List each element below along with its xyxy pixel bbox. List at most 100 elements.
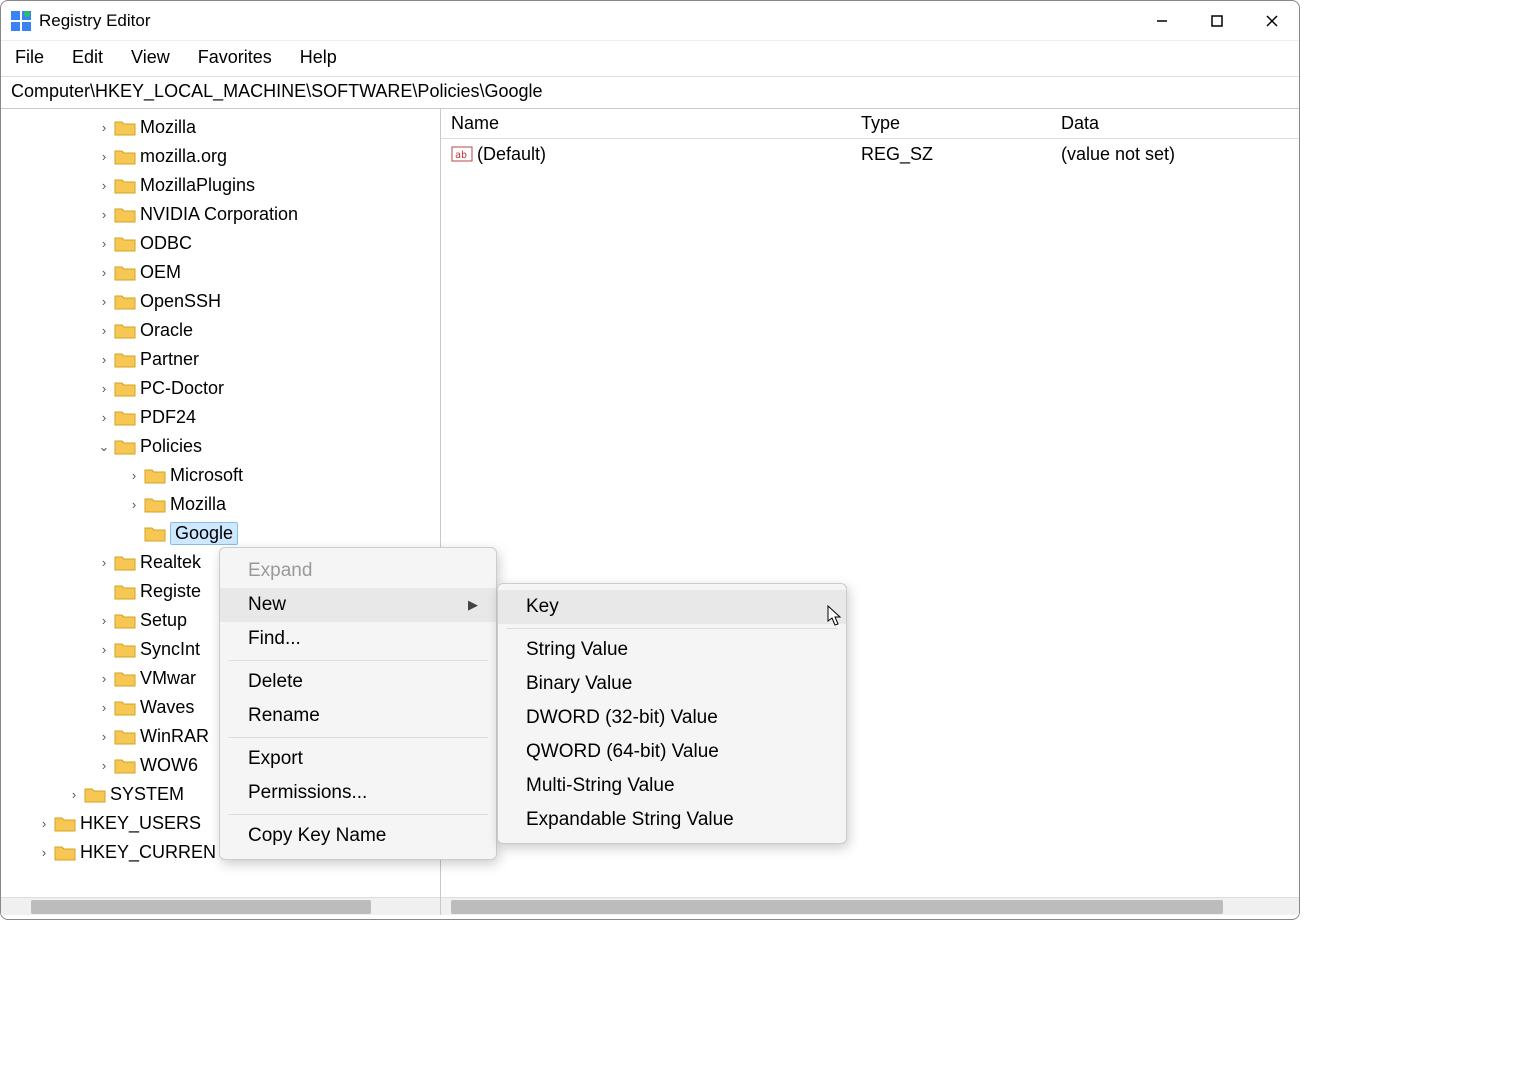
ctx-export[interactable]: Export [220, 742, 496, 776]
tree-item-label: Mozilla [140, 117, 196, 138]
scrollbar-thumb[interactable] [31, 900, 371, 914]
tree-item-label: Google [170, 522, 238, 545]
chevron-right-icon: ▶ [468, 597, 478, 613]
tree-item-nvidia[interactable]: ›NVIDIA Corporation [1, 200, 440, 229]
chevron-right-icon[interactable]: › [96, 207, 112, 222]
chevron-right-icon[interactable]: › [96, 729, 112, 744]
ctx-delete[interactable]: Delete [220, 665, 496, 699]
chevron-right-icon[interactable]: › [36, 816, 52, 831]
chevron-right-icon[interactable]: › [96, 642, 112, 657]
folder-icon [114, 235, 136, 253]
tree-item-label: Setup [140, 610, 187, 631]
chevron-right-icon[interactable]: › [96, 323, 112, 338]
close-button[interactable] [1244, 1, 1299, 40]
context-menu: Expand New▶ Find... Delete Rename Export… [219, 547, 497, 860]
tree-item-mozilla_plugins[interactable]: ›MozillaPlugins [1, 171, 440, 200]
tree-item-policies_google[interactable]: Google [1, 519, 440, 548]
tree-item-label: VMwar [140, 668, 196, 689]
folder-icon [114, 264, 136, 282]
tree-item-policies_microsoft[interactable]: › Microsoft [1, 461, 440, 490]
menu-view[interactable]: View [131, 47, 170, 68]
folder-icon [114, 293, 136, 311]
tree-item-policies[interactable]: ⌄ Policies [1, 432, 440, 461]
chevron-right-icon[interactable]: › [96, 352, 112, 367]
tree-item-label: ODBC [140, 233, 192, 254]
ctx-copy-key-name[interactable]: Copy Key Name [220, 819, 496, 853]
new-qword-value[interactable]: QWORD (64-bit) Value [498, 735, 846, 769]
chevron-right-icon[interactable]: › [96, 178, 112, 193]
new-dword-value[interactable]: DWORD (32-bit) Value [498, 701, 846, 735]
tree-item-label: Oracle [140, 320, 193, 341]
chevron-right-icon[interactable]: › [126, 497, 142, 512]
tree-item-odbc[interactable]: › ODBC [1, 229, 440, 258]
tree-item-pdf24[interactable]: › PDF24 [1, 403, 440, 432]
ctx-rename[interactable]: Rename [220, 699, 496, 733]
scrollbar-thumb[interactable] [451, 900, 1223, 914]
folder-icon [114, 119, 136, 137]
tree-item-oracle[interactable]: › Oracle [1, 316, 440, 345]
chevron-right-icon[interactable]: › [96, 265, 112, 280]
chevron-right-icon[interactable]: › [96, 381, 112, 396]
ctx-new[interactable]: New▶ [220, 588, 496, 622]
tree-item-label: Waves [140, 697, 194, 718]
chevron-down-icon[interactable]: ⌄ [96, 439, 112, 455]
tree-item-label: Policies [140, 436, 202, 457]
folder-icon [114, 583, 136, 601]
tree-item-pcdoctor[interactable]: ›PC-Doctor [1, 374, 440, 403]
tree-horizontal-scrollbar[interactable] [1, 897, 440, 915]
folder-icon [114, 554, 136, 572]
chevron-right-icon[interactable]: › [36, 845, 52, 860]
chevron-right-icon[interactable]: › [96, 700, 112, 715]
folder-icon [54, 844, 76, 862]
folder-icon [144, 525, 166, 543]
tree-item-mozilla[interactable]: › Mozilla [1, 113, 440, 142]
chevron-right-icon[interactable]: › [96, 758, 112, 773]
new-multi-string-value[interactable]: Multi-String Value [498, 769, 846, 803]
new-key[interactable]: Key [498, 590, 846, 624]
values-horizontal-scrollbar[interactable] [441, 897, 1299, 915]
chevron-right-icon[interactable]: › [96, 410, 112, 425]
chevron-right-icon[interactable]: › [96, 671, 112, 686]
address-bar[interactable]: Computer\HKEY_LOCAL_MACHINE\SOFTWARE\Pol… [1, 76, 1299, 109]
folder-icon [84, 786, 106, 804]
folder-icon [114, 206, 136, 224]
tree-item-label: PDF24 [140, 407, 196, 428]
column-name[interactable]: Name [441, 113, 861, 134]
menubar: File Edit View Favorites Help [1, 41, 1299, 76]
ctx-permissions[interactable]: Permissions... [220, 776, 496, 810]
chevron-right-icon[interactable]: › [96, 149, 112, 164]
menu-edit[interactable]: Edit [72, 47, 103, 68]
menu-file[interactable]: File [15, 47, 44, 68]
ctx-find[interactable]: Find... [220, 622, 496, 656]
values-header: Name Type Data [441, 109, 1299, 139]
menu-favorites[interactable]: Favorites [198, 47, 272, 68]
menu-help[interactable]: Help [300, 47, 337, 68]
tree-item-oem[interactable]: ›OEM [1, 258, 440, 287]
chevron-right-icon[interactable]: › [96, 294, 112, 309]
tree-item-label: Registe [140, 581, 201, 602]
chevron-right-icon[interactable]: › [96, 613, 112, 628]
value-row[interactable]: ab (Default) REG_SZ (value not set) [441, 139, 1299, 169]
new-string-value[interactable]: String Value [498, 633, 846, 667]
folder-icon [114, 148, 136, 166]
maximize-button[interactable] [1189, 1, 1244, 40]
new-binary-value[interactable]: Binary Value [498, 667, 846, 701]
chevron-right-icon[interactable]: › [66, 787, 82, 802]
tree-item-label: Microsoft [170, 465, 243, 486]
chevron-right-icon[interactable]: › [126, 468, 142, 483]
minimize-button[interactable] [1134, 1, 1189, 40]
chevron-right-icon[interactable]: › [96, 236, 112, 251]
tree-item-partner[interactable]: ›Partner [1, 345, 440, 374]
tree-item-openssh[interactable]: ›OpenSSH [1, 287, 440, 316]
chevron-right-icon[interactable]: › [96, 555, 112, 570]
column-data[interactable]: Data [1061, 113, 1299, 134]
new-expandable-string-value[interactable]: Expandable String Value [498, 803, 846, 837]
folder-icon [114, 322, 136, 340]
tree-item-label: mozilla.org [140, 146, 227, 167]
chevron-right-icon[interactable]: › [96, 120, 112, 135]
separator [228, 814, 488, 815]
tree-item-mozilla_org[interactable]: › mozilla.org [1, 142, 440, 171]
folder-icon [114, 177, 136, 195]
column-type[interactable]: Type [861, 113, 1061, 134]
tree-item-policies_mozilla[interactable]: ›Mozilla [1, 490, 440, 519]
